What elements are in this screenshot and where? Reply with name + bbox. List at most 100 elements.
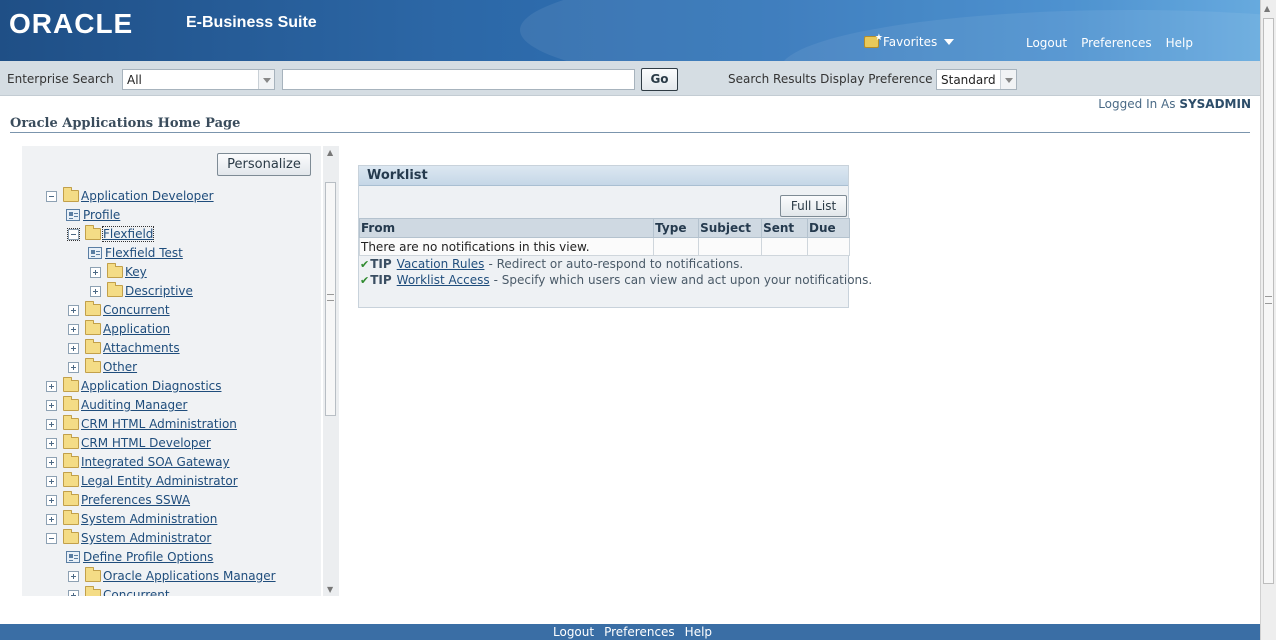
folder-icon: [63, 491, 79, 506]
title-divider: [10, 132, 1250, 133]
folder-icon: [63, 396, 79, 411]
tree-node[interactable]: CRM HTML Administration: [46, 415, 237, 433]
folder-icon: [85, 301, 101, 316]
folder-icon: [107, 263, 123, 278]
expand-icon[interactable]: [68, 323, 79, 335]
expand-icon[interactable]: [68, 570, 79, 582]
full-list-button[interactable]: Full List: [780, 195, 847, 217]
footer-logout-link[interactable]: Logout: [553, 625, 594, 639]
tree-node[interactable]: Auditing Manager: [46, 396, 187, 414]
tree-node[interactable]: Preferences SSWA: [46, 491, 190, 509]
search-input[interactable]: [282, 69, 635, 90]
tree-node[interactable]: Descriptive: [90, 282, 193, 300]
checkmark-icon: ✔: [360, 273, 370, 287]
tip-vacation-rules: ✔ TIP Vacation Rules - Redirect or auto-…: [360, 257, 744, 271]
favorites-folder-icon: [864, 33, 883, 48]
expand-icon[interactable]: [46, 437, 57, 449]
collapse-icon[interactable]: [46, 190, 57, 202]
suite-name: E-Business Suite: [186, 14, 317, 31]
column-header-type[interactable]: Type: [653, 218, 700, 238]
folder-icon: [63, 377, 79, 392]
tree-node[interactable]: Application: [68, 320, 170, 338]
scroll-up-icon[interactable]: ▲: [327, 148, 333, 157]
column-header-subject[interactable]: Subject: [698, 218, 763, 238]
tree-node[interactable]: Other: [68, 358, 137, 376]
tree-node[interactable]: Define Profile Options: [66, 548, 213, 566]
navigator-scrollbar[interactable]: ▲ ▼: [323, 146, 339, 596]
tree-node[interactable]: Key: [90, 263, 147, 281]
tree-node[interactable]: Application Developer: [46, 187, 214, 205]
checkmark-icon: ✔: [360, 257, 370, 271]
expand-icon[interactable]: [46, 475, 57, 487]
tree-node[interactable]: CRM HTML Developer: [46, 434, 211, 452]
folder-icon: [63, 529, 79, 544]
expand-icon[interactable]: [68, 304, 79, 316]
go-button[interactable]: Go: [641, 68, 678, 91]
favorites-menu[interactable]: Favorites: [864, 33, 955, 49]
footer-help-link[interactable]: Help: [685, 625, 712, 639]
expand-icon[interactable]: [46, 513, 57, 525]
worklist-title: Worklist: [359, 166, 848, 186]
notifications-table: From Type Subject Sent Due There are no …: [358, 218, 850, 256]
column-header-due[interactable]: Due: [807, 218, 850, 238]
expand-icon[interactable]: [46, 494, 57, 506]
tree-node[interactable]: Concurrent: [68, 586, 170, 596]
folder-icon: [63, 472, 79, 487]
tree-node[interactable]: Oracle Applications Manager: [68, 567, 276, 585]
function-icon: [66, 551, 80, 563]
scroll-up-icon[interactable]: ▲: [1264, 4, 1270, 13]
tree-node[interactable]: Legal Entity Administrator: [46, 472, 238, 490]
tree-node[interactable]: System Administration: [46, 510, 217, 528]
help-link[interactable]: Help: [1166, 36, 1193, 50]
expand-icon[interactable]: [46, 380, 57, 392]
global-links: Logout Preferences Help: [1026, 36, 1193, 50]
empty-message: There are no notifications in this view.: [358, 237, 655, 256]
collapse-icon[interactable]: [46, 532, 57, 544]
dropdown-arrow-icon: [258, 70, 274, 89]
function-icon: [66, 209, 80, 221]
folder-icon: [85, 586, 101, 596]
personalize-button[interactable]: Personalize: [217, 153, 311, 176]
collapse-icon[interactable]: [67, 227, 80, 241]
expand-icon[interactable]: [46, 418, 57, 430]
oracle-logo: ORACLE: [9, 8, 134, 39]
logout-link[interactable]: Logout: [1026, 36, 1067, 50]
tree-node[interactable]: Attachments: [68, 339, 180, 357]
vacation-rules-link[interactable]: Vacation Rules: [397, 257, 485, 271]
folder-icon: [63, 453, 79, 468]
column-header-from[interactable]: From: [358, 218, 655, 238]
footer-links: Logout Preferences Help: [553, 625, 712, 639]
folder-icon: [85, 339, 101, 354]
dropdown-arrow-icon: [1000, 70, 1016, 89]
expand-icon[interactable]: [90, 285, 101, 297]
logged-in-status: Logged In As SYSADMIN: [1098, 97, 1251, 111]
tip-worklist-access: ✔ TIP Worklist Access - Specify which us…: [360, 273, 873, 287]
tree-node[interactable]: Integrated SOA Gateway: [46, 453, 230, 471]
tree-node[interactable]: Concurrent: [68, 301, 170, 319]
favorites-label: Favorites: [883, 35, 938, 49]
tree-node-selected[interactable]: Flexfield: [67, 225, 155, 243]
expand-icon[interactable]: [68, 342, 79, 354]
expand-icon[interactable]: [46, 456, 57, 468]
expand-icon[interactable]: [68, 589, 79, 596]
preferences-link[interactable]: Preferences: [1081, 36, 1152, 50]
folder-icon: [85, 225, 101, 240]
chevron-down-icon: [944, 39, 955, 45]
display-preference-select[interactable]: Standard: [936, 69, 1017, 90]
page-scrollbar[interactable]: ▲: [1260, 0, 1276, 640]
tree-node[interactable]: System Administrator: [46, 529, 211, 547]
tree-node[interactable]: Application Diagnostics: [46, 377, 222, 395]
folder-icon: [63, 187, 79, 202]
worklist-access-link[interactable]: Worklist Access: [397, 273, 490, 287]
expand-icon[interactable]: [90, 266, 101, 278]
search-scope-select[interactable]: All: [122, 69, 275, 90]
folder-icon: [85, 567, 101, 582]
tree-node[interactable]: Flexfield Test: [88, 244, 183, 262]
tree-node[interactable]: Profile: [66, 206, 120, 224]
column-header-sent[interactable]: Sent: [761, 218, 809, 238]
footer-preferences-link[interactable]: Preferences: [604, 625, 675, 639]
scroll-down-icon[interactable]: ▼: [327, 585, 333, 594]
navigator-tree: Personalize Application Developer Profil…: [22, 146, 321, 596]
expand-icon[interactable]: [68, 361, 79, 373]
expand-icon[interactable]: [46, 399, 57, 411]
